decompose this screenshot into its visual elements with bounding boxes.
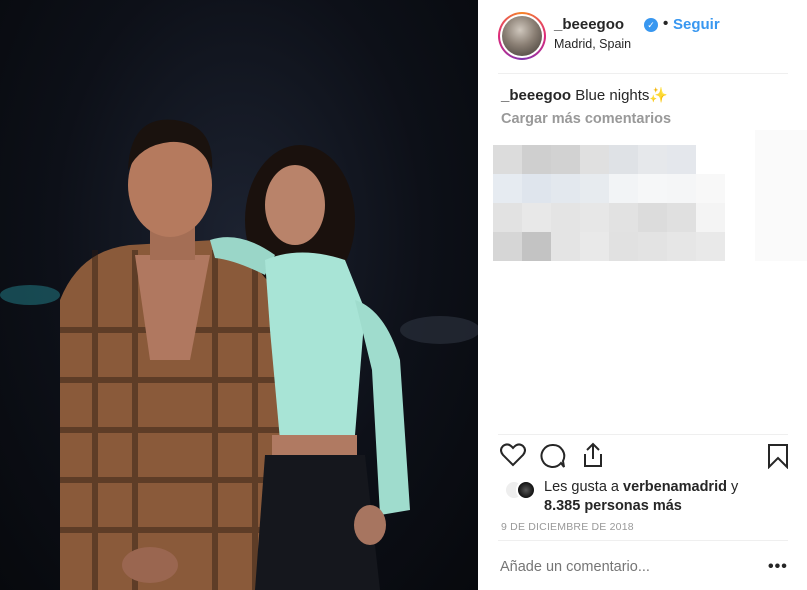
post-photo[interactable]	[0, 0, 478, 590]
caption-username[interactable]: _beeegoo	[501, 87, 571, 104]
avatar-border	[500, 14, 544, 58]
caption-text: Blue nights✨	[571, 87, 669, 104]
comment-divider	[498, 540, 788, 541]
header-divider	[498, 73, 788, 74]
redacted-comments	[493, 130, 807, 280]
share-icon[interactable]	[581, 442, 605, 473]
username-link[interactable]: _beeegoo	[554, 16, 624, 33]
likes-user-link[interactable]: verbenamadrid	[623, 479, 727, 495]
location-link[interactable]: Madrid, Spain	[554, 37, 631, 51]
likes-others-link[interactable]: 8.385 personas más	[544, 498, 682, 514]
bookmark-icon[interactable]	[767, 443, 789, 474]
photo-scene	[0, 119, 478, 590]
heart-icon[interactable]	[500, 443, 526, 472]
avatar-image	[502, 16, 542, 56]
likes-conj: y	[726, 479, 739, 495]
comment-icon[interactable]	[540, 443, 566, 474]
likes-prefix: Les gusta a	[544, 479, 623, 495]
load-more-comments-button[interactable]: Cargar más comentarios	[501, 111, 671, 127]
actions-divider	[498, 434, 788, 435]
post-header: _beeegoo ✓ • Seguir Madrid, Spain	[498, 10, 788, 72]
comment-input[interactable]	[500, 559, 740, 575]
post-date[interactable]: 9 DE DICIEMBRE DE 2018	[501, 521, 634, 533]
follow-button[interactable]: Seguir	[673, 16, 720, 33]
action-bar	[498, 440, 793, 474]
liker-avatar[interactable]	[516, 480, 536, 500]
post-caption: _beeegoo Blue nights✨	[501, 86, 668, 104]
separator-dot: •	[663, 15, 669, 32]
avatar[interactable]	[498, 12, 546, 60]
post-side-panel: _beeegoo ✓ • Seguir Madrid, Spain _beeeg…	[478, 0, 807, 590]
likes-text: Les gusta a verbenamadrid y 8.385 person…	[544, 478, 789, 516]
more-options-icon[interactable]: •••	[768, 558, 788, 576]
verified-icon: ✓	[644, 18, 658, 32]
likes-summary: Les gusta a verbenamadrid y 8.385 person…	[500, 476, 790, 520]
